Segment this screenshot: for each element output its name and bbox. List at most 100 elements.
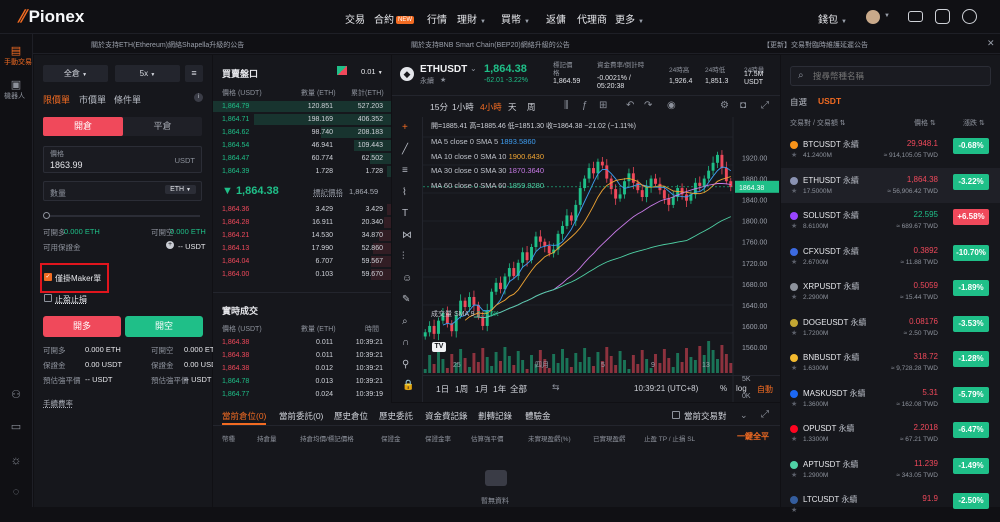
indicator-icon[interactable]: ƒ: [582, 100, 588, 111]
col-change[interactable]: 漲跌 ⇅: [963, 118, 985, 128]
scale-percent[interactable]: %: [720, 384, 727, 393]
layout-icon[interactable]: ⊞: [599, 100, 607, 111]
position-tab-1[interactable]: 當前委託(0): [279, 410, 323, 422]
brush-icon[interactable]: ⌇: [402, 187, 407, 198]
market-row[interactable]: APTUSDT 永續 ★ 1.2900M 11.239 ≈ 343.05 TWD -1.4…: [781, 452, 1000, 487]
redo-icon[interactable]: ↷: [644, 100, 652, 111]
market-search[interactable]: ⌕: [790, 66, 991, 86]
market-row[interactable]: CFXUSDT 永續 ★ 2.6700M 0.3892 ≈ 11.88 TWD -10.7…: [781, 239, 1000, 274]
book-view-icon[interactable]: [337, 66, 347, 75]
nav-rebate[interactable]: 返傭: [546, 11, 566, 26]
measure-icon[interactable]: ⫶: [402, 251, 405, 262]
slider-handle[interactable]: [43, 212, 50, 219]
position-tab-3[interactable]: 歷史委託: [379, 410, 413, 422]
market-row[interactable]: SOLUSDT 永續 ★ 8.6100M 22.595 ≈ 689.67 TWD +6.5…: [781, 203, 1000, 238]
search-input[interactable]: [813, 69, 983, 83]
ticker-symbol[interactable]: ETHUSDT: [420, 64, 467, 75]
announcement-2[interactable]: 關於支持BNB Smart Chain(BEP20)網絡升級的公告: [411, 40, 570, 50]
ruler-icon[interactable]: ✎: [402, 294, 410, 305]
leverage-select[interactable]: 5x ▼: [115, 65, 180, 82]
col-price[interactable]: 價格 ⇅: [914, 118, 936, 128]
scale-log[interactable]: log: [736, 384, 747, 393]
chat-icon[interactable]: ◌: [7, 486, 25, 498]
margin-mode-select[interactable]: 全倉 ▼: [43, 65, 108, 82]
book-row[interactable]: 1,864.00 0.103 59.670: [213, 268, 391, 281]
book-row[interactable]: 1,864.13 17.990 52.860: [213, 242, 391, 255]
nav-finance[interactable]: 理財 ▼: [457, 11, 486, 26]
qty-unit-select[interactable]: ETH ▼: [165, 185, 196, 194]
book-icon[interactable]: ▭: [7, 420, 25, 433]
sidebar-manual-trade[interactable]: ▤ 手動交易: [4, 44, 32, 67]
close-icon[interactable]: ✕: [987, 38, 995, 49]
book-row[interactable]: 1,864.04 6.707 59.567: [213, 255, 391, 268]
tab-conditional[interactable]: 條件單: [114, 93, 141, 106]
date-range-icon[interactable]: ⇆: [552, 382, 560, 393]
market-row[interactable]: BTCUSDT 永續 ★ 41.2400M 29,948.1 ≈ 914,105.05 …: [781, 132, 1000, 167]
book-row[interactable]: 1,864.79 120.851 527.203: [213, 100, 391, 113]
interval-3[interactable]: 天: [508, 101, 517, 113]
undo-icon[interactable]: ↶: [626, 100, 634, 111]
pattern-icon[interactable]: ⋈: [402, 230, 412, 241]
open-position-button[interactable]: 開倉: [43, 117, 123, 136]
magnet-icon[interactable]: ∩: [402, 337, 409, 348]
interval-0[interactable]: 15分: [430, 101, 448, 113]
position-tab-6[interactable]: 體驗金: [525, 410, 551, 422]
book-row[interactable]: 1,864.28 16.911 20.340: [213, 216, 391, 229]
position-tab-5[interactable]: 劃轉記錄: [478, 410, 512, 422]
range-2[interactable]: 1月: [475, 383, 488, 395]
tp-sl-checkbox[interactable]: [44, 294, 52, 302]
market-row[interactable]: ETHUSDT 永續 ★ 17.5000M 1,864.38 ≈ 56,906.42 T…: [781, 167, 1000, 203]
current-pair-label[interactable]: 當前交易對: [684, 410, 727, 422]
market-row[interactable]: DOGEUSDT 永續 ★ 1.7200M 0.08176 ≈ 2.50 TWD -3.5…: [781, 310, 1000, 345]
settings-icon[interactable]: ⚙: [720, 100, 729, 111]
price-input[interactable]: 價格 1863.99 USDT: [43, 146, 202, 173]
position-tab-0[interactable]: 當前倉位(0): [222, 410, 266, 422]
col-pair[interactable]: 交易對 / 交易額 ⇅: [790, 118, 846, 128]
tab-usdt[interactable]: USDT: [818, 96, 841, 106]
info-icon[interactable]: i: [194, 93, 203, 102]
book-row[interactable]: 1,864.36 3.429 3.429: [213, 203, 391, 216]
book-row[interactable]: 1,864.54 46.941 109.443: [213, 139, 391, 152]
market-row[interactable]: LTCUSDT 永續 ★ 91.9 -2.50%: [781, 487, 1000, 522]
quantity-slider[interactable]: [45, 215, 200, 217]
gear-icon[interactable]: [962, 9, 977, 24]
mail-icon[interactable]: [908, 11, 923, 22]
book-row[interactable]: 1,864.47 60.774 62.502: [213, 152, 391, 165]
lock-icon[interactable]: 🔒: [402, 380, 414, 391]
nav-buy[interactable]: 買幣 ▼: [501, 11, 530, 26]
range-0[interactable]: 1日: [436, 383, 449, 395]
quantity-input[interactable]: 數量 ETH ▼: [43, 181, 202, 201]
chevron-down-icon[interactable]: ⌄: [470, 64, 477, 73]
close-all-button[interactable]: 一鍵全平: [737, 431, 769, 442]
text-icon[interactable]: T: [402, 208, 408, 219]
star-icon[interactable]: ★: [440, 76, 446, 84]
announcement-1[interactable]: 關於支持ETH(Ethereum)網絡Shapella升級的公告: [91, 40, 244, 50]
tab-favorites[interactable]: 自選: [790, 96, 807, 108]
short-button[interactable]: 開空: [125, 316, 203, 337]
crosshair-icon[interactable]: +: [402, 122, 408, 133]
interval-1[interactable]: 1小時: [452, 101, 474, 113]
brand-logo[interactable]: ⫽ Pionex: [18, 7, 84, 27]
scale-auto[interactable]: 自動: [757, 384, 773, 395]
current-pair-checkbox[interactable]: [672, 411, 680, 419]
book-row[interactable]: 1,864.71 198.169 406.352: [213, 113, 391, 126]
download-icon[interactable]: [935, 9, 950, 24]
interval-4[interactable]: 周: [527, 101, 536, 113]
range-4[interactable]: 全部: [510, 383, 527, 395]
nav-markets[interactable]: 行情: [427, 11, 447, 26]
chevron-down-icon[interactable]: ⌄: [740, 410, 748, 421]
book-row[interactable]: 1,864.21 14.530 34.870: [213, 229, 391, 242]
candle-type-icon[interactable]: ⫼: [564, 100, 569, 111]
sun-icon[interactable]: ☼: [7, 453, 25, 467]
market-row[interactable]: MASKUSDT 永續 ★ 1.3600M 5.31 ≈ 162.08 TWD -5.79…: [781, 381, 1000, 416]
fib-icon[interactable]: ≡: [402, 165, 408, 176]
fee-rate-link[interactable]: 手續費率: [43, 398, 73, 409]
market-row[interactable]: XRPUSDT 永續 ★ 2.2900M 0.5059 ≈ 15.44 TWD -1.89…: [781, 274, 1000, 309]
market-row[interactable]: OPUSDT 永續 ★ 1.3300M 2.2018 ≈ 67.21 TWD -6.47%: [781, 416, 1000, 451]
tp-sl-label[interactable]: 止盈止損: [55, 294, 87, 305]
trendline-icon[interactable]: ╱: [402, 144, 408, 155]
users-icon[interactable]: ⚇: [7, 388, 25, 401]
interval-2[interactable]: 4小時: [480, 101, 502, 113]
sidebar-bots[interactable]: ▣ 機器人: [4, 78, 25, 101]
book-row[interactable]: 1,864.62 98.740 208.183: [213, 126, 391, 139]
